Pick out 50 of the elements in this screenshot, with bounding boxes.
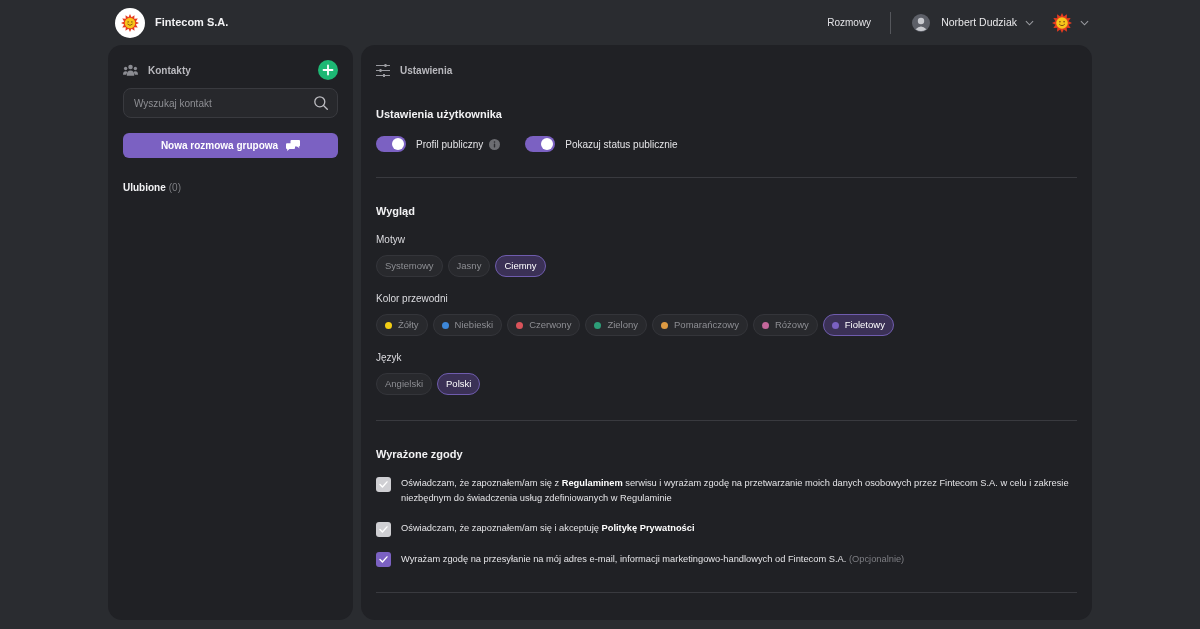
option-group-label: Język [376, 351, 403, 364]
toggle-label: Profil publiczny [416, 137, 484, 152]
check-icon [379, 480, 388, 488]
option-chip[interactable]: Zielony [585, 314, 647, 336]
search-icon[interactable] [314, 96, 328, 110]
conversations-link[interactable]: Rozmowy [827, 15, 872, 30]
option-group-label: Kolor przewodni [376, 292, 449, 305]
company-name: Fintecom S.A. [155, 15, 229, 31]
option-chip[interactable]: Fioletowy [822, 314, 894, 336]
checkbox[interactable] [376, 552, 391, 567]
consent-text: Oświadczam, że zapoznałem/am się z Regulaminem serwisu i wyrażam zgodę na przetwarzanie moich danych osobowych przez Fintecom S.A. w celu i zakresie niezbędnym do świadczenia usług zdefiniowanych w Regulaminie [401, 477, 1070, 505]
option-chip[interactable]: Niebieski [432, 314, 503, 336]
panel-title: Ustawienia [400, 63, 453, 78]
toggle-switch[interactable] [525, 136, 556, 152]
option-chip[interactable]: Różowy [752, 314, 818, 336]
toggle-switch[interactable] [376, 136, 406, 152]
option-chip[interactable]: Systemowy [376, 255, 443, 277]
option-chip[interactable]: Żółty [376, 314, 428, 336]
chevron-down-icon [1025, 19, 1034, 26]
new-group-chat-button[interactable]: Nowa rozmowa grupowa [123, 133, 338, 158]
option-chip[interactable]: Polski [437, 373, 481, 395]
sun-icon [1052, 12, 1072, 33]
option-group-label: Motyw [376, 233, 406, 246]
check-icon [379, 525, 388, 533]
check-icon [379, 556, 388, 563]
consent-text: Wyrażam zgodę na przesyłanie na mój adres e-mail, informacji marketingowo-handlowych od Fintecom S.A. (Opcjonalnie) [401, 552, 905, 566]
option-chip[interactable]: Czerwony [507, 314, 581, 336]
option-chip[interactable]: Ciemny [495, 255, 546, 277]
company-menu-button[interactable] [1052, 12, 1089, 33]
info-icon[interactable] [489, 138, 501, 150]
section-heading: Wyrażone zgody [376, 447, 464, 461]
option-chip[interactable]: Angielski [376, 373, 433, 395]
option-chip[interactable]: Jasny [447, 255, 491, 277]
sliders-icon [376, 63, 390, 77]
people-icon [123, 64, 138, 76]
section-heading: Wygląd [376, 204, 416, 218]
consent-text: Oświadczam, że zapoznałem/am się i akceptuję Politykę Prywatności [401, 522, 695, 535]
toggle-label: Pokazuj status publicznie [565, 137, 678, 152]
favorites-label: Ulubione [123, 182, 166, 193]
option-chip[interactable]: Pomarańczowy [652, 314, 748, 336]
section-heading: Ustawienia użytkownika [376, 107, 503, 121]
favorites-count: (0) [168, 182, 181, 193]
sun-logo-icon[interactable] [115, 7, 145, 38]
chevron-down-icon [1080, 19, 1089, 26]
avatar-icon [912, 13, 931, 32]
plus-icon[interactable] [318, 60, 338, 80]
chat-bubbles-icon [286, 140, 301, 151]
user-menu-button[interactable]: Norbert Dudziak [912, 13, 1034, 32]
panel-title: Kontakty [148, 63, 191, 78]
search-field[interactable]: Wyszukaj kontakt [123, 88, 338, 118]
